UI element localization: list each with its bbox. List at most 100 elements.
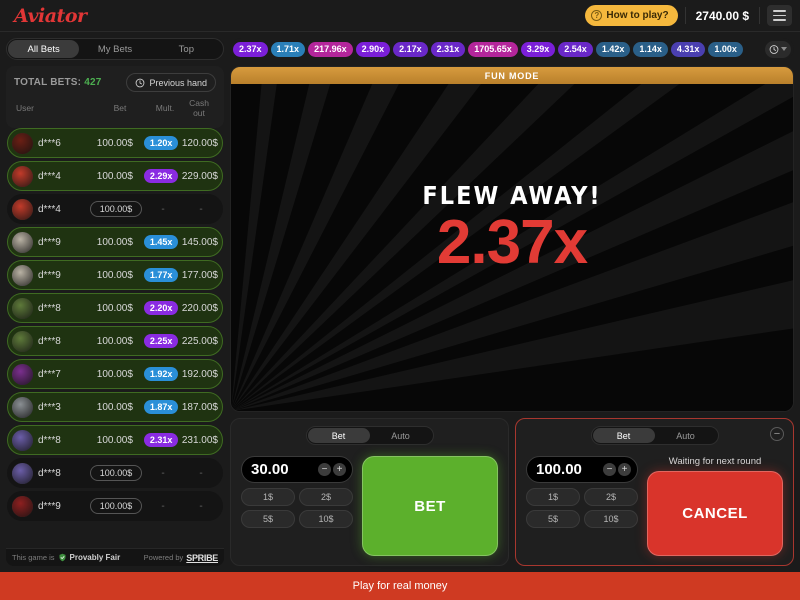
quick-amount-chip[interactable]: 5$ (526, 510, 580, 528)
history-multiplier-chip[interactable]: 2.17x (393, 41, 428, 57)
row-bet: 100.00$ (96, 137, 133, 149)
history-multiplier-chip[interactable]: 2.31x (430, 41, 466, 57)
row-cashout: 229.00$ (181, 170, 218, 182)
row-multiplier: 1.87x (140, 400, 181, 414)
bets-tab-bar: All Bets My Bets Top (6, 38, 224, 60)
bet-button[interactable]: BET (362, 456, 498, 556)
hamburger-menu-icon[interactable] (767, 5, 792, 26)
bet-action-column: BET (362, 456, 498, 556)
game-status-center: FLEW AWAY! 2.37x (231, 67, 793, 411)
bet-amount-field[interactable]: 30.00 − + (241, 456, 353, 483)
history-multiplier-chip[interactable]: 3.29x (520, 41, 556, 57)
row-multiplier: 1.77x (140, 268, 181, 282)
quick-amount-chip[interactable]: 10$ (299, 510, 353, 528)
tab-bet[interactable]: Bet (307, 428, 370, 443)
game-canvas: FUN MODE FLEW AWAY! 2.37x (230, 66, 794, 412)
history-clock-icon (136, 78, 145, 87)
bet-amount-value: 30.00 (251, 461, 289, 478)
tab-bet[interactable]: Bet (592, 428, 655, 443)
bet-amount-column: 100.00− + 1$ 2$ 5$ 10$ (526, 456, 638, 556)
bets-list[interactable]: d***6 100.00$ 1.20x 120.00$ d***4 100.00$ 2.29… (6, 128, 224, 548)
multiplier-chip: 2.25x (143, 334, 179, 348)
history-multiplier-chip[interactable]: 1705.65x (468, 41, 518, 57)
row-cashout: 177.00$ (181, 269, 218, 281)
history-multiplier-chip[interactable]: 217.96x (308, 41, 353, 57)
bet-panel-body: 100.00− +1$ 2$ 5$ 10$ Waiting for next round C… (526, 456, 783, 556)
row-user: d***3 (38, 401, 61, 413)
plus-icon[interactable]: + (618, 463, 631, 476)
table-row[interactable]: d***7 100.00$ 1.92x 192.00$ (7, 359, 223, 389)
row-user: d***8 (38, 302, 61, 314)
tab-my-bets[interactable]: My Bets (79, 40, 150, 58)
row-bet: 100.00$ (96, 368, 133, 380)
table-row[interactable]: d***9 100.00$ - - (7, 491, 223, 521)
history-multiplier-chip[interactable]: 2.37x (233, 41, 268, 57)
table-row[interactable]: d***9 100.00$ 1.45x 145.00$ (7, 227, 223, 257)
previous-hand-button[interactable]: Previous hand (126, 73, 216, 92)
history-toggle-button[interactable] (765, 40, 791, 58)
table-row[interactable]: d***8 100.00$ 2.25x 225.00$ (7, 326, 223, 356)
tab-auto[interactable]: Auto (655, 428, 717, 443)
bet-amount-field[interactable]: 100.00 − + (526, 456, 638, 483)
row-multiplier: - (142, 204, 184, 215)
row-cashout: 220.00$ (181, 302, 218, 314)
row-cashout: - (199, 203, 203, 215)
quick-amount-chips: 1$ 2$ 5$ 10$ (241, 488, 353, 528)
quick-amount-chip[interactable]: 5$ (241, 510, 295, 528)
quick-amount-chip[interactable]: 1$ (241, 488, 295, 506)
multiplier-empty: - (161, 467, 165, 479)
cancel-button[interactable]: CANCEL (647, 471, 783, 556)
row-cashout: 231.00$ (181, 434, 218, 446)
history-multiplier-chip[interactable]: 2.90x (355, 41, 391, 57)
row-user: d***7 (38, 368, 61, 380)
row-bet: 100.00$ (96, 236, 133, 248)
tab-auto[interactable]: Auto (370, 428, 432, 443)
history-multiplier-chip[interactable]: 1.14x (633, 41, 668, 57)
table-row[interactable]: d***8 100.00$ 2.20x 220.00$ (7, 293, 223, 323)
avatar (12, 165, 33, 187)
row-user: d***6 (38, 137, 61, 149)
minus-icon[interactable]: − (318, 463, 331, 476)
avatar (12, 231, 33, 253)
quick-amount-chip[interactable]: 1$ (526, 488, 580, 506)
how-to-play-button[interactable]: ? How to play? (585, 5, 678, 26)
tab-top[interactable]: Top (151, 40, 222, 58)
row-multiplier: 2.29x (140, 169, 181, 183)
table-row[interactable]: d***8 100.00$ 2.31x 231.00$ (7, 425, 223, 455)
avatar (12, 495, 33, 517)
multiplier-chip: 2.20x (143, 301, 179, 315)
column-header-bet: Bet (113, 103, 127, 113)
minus-circle-icon[interactable]: − (770, 427, 784, 441)
row-bet: 100.00$ (90, 201, 142, 217)
row-multiplier: 2.31x (140, 433, 181, 447)
table-row[interactable]: d***9 100.00$ 1.77x 177.00$ (7, 260, 223, 290)
question-mark-icon: ? (591, 10, 603, 21)
column-header-user: User (16, 103, 34, 113)
history-multiplier-chip[interactable]: 1.42x (595, 41, 631, 57)
table-row[interactable]: d***4 100.00$ 2.29x 229.00$ (7, 161, 223, 191)
quick-amount-chip[interactable]: 2$ (299, 488, 353, 506)
minus-icon[interactable]: − (603, 463, 616, 476)
table-row[interactable]: d***6 100.00$ 1.20x 120.00$ (7, 128, 223, 158)
history-multiplier-chip[interactable]: 1.00x (708, 41, 743, 57)
table-row[interactable]: d***3 100.00$ 1.87x 187.00$ (7, 392, 223, 422)
play-for-real-money-bar[interactable]: Play for real money (0, 572, 800, 600)
table-row[interactable]: d***8 100.00$ - - (7, 458, 223, 488)
history-multiplier-chip[interactable]: 1.71x (270, 41, 306, 57)
plus-icon[interactable]: + (333, 463, 346, 476)
tab-all-bets[interactable]: All Bets (8, 40, 80, 58)
history-multiplier-chip[interactable]: 4.31x (670, 41, 706, 57)
history-multiplier-chip[interactable]: 2.54x (558, 41, 593, 57)
avatar (12, 396, 33, 418)
spribe-brand[interactable]: SPRIBE (186, 553, 218, 563)
multiplier-chip: 1.45x (143, 235, 179, 249)
quick-amount-chip[interactable]: 2$ (584, 488, 638, 506)
row-bet: 100.00$ (96, 269, 133, 281)
row-bet: 100.00$ (96, 335, 133, 347)
bets-stats-row: TOTAL BETS: 427 Previous hand (14, 73, 216, 92)
row-cashout: 192.00$ (181, 368, 218, 380)
table-row[interactable]: d***4 100.00$ - - (7, 194, 223, 224)
how-to-play-label: How to play? (606, 10, 669, 21)
row-user: d***4 (38, 203, 61, 215)
quick-amount-chip[interactable]: 10$ (584, 510, 638, 528)
